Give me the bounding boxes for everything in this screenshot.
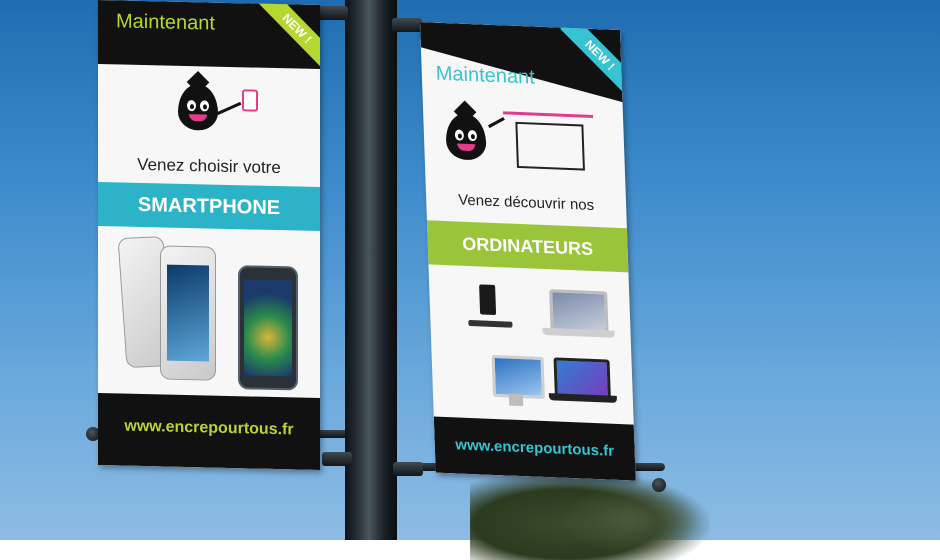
mascot-eye	[454, 129, 465, 141]
pole-bracket	[392, 18, 422, 32]
rod-end-knob	[652, 478, 666, 492]
smartphone-banner: Maintenant NEW ! Venez choisir votre SMA…	[98, 0, 320, 471]
banner-bottom-band: www.encrepourtous.fr	[433, 416, 636, 481]
windows-laptop-base	[548, 393, 618, 403]
monitor-icon	[515, 121, 585, 171]
keyboard-image	[468, 319, 513, 328]
desktop-computer-icon	[479, 284, 497, 316]
pole-bracket	[318, 6, 348, 20]
mascot-eye	[187, 100, 196, 112]
laptop-icon	[549, 289, 609, 334]
ink-drop-mascot-icon	[178, 83, 218, 131]
mascot-mouth	[189, 114, 207, 122]
mascot-arm	[216, 101, 242, 116]
banner-tagline: Venez découvrir nos	[457, 191, 595, 215]
all-in-one-computer-icon	[491, 354, 545, 400]
lamp-pole	[345, 0, 397, 540]
mascot-mouth	[457, 143, 476, 152]
banner-headline: Maintenant	[435, 62, 536, 89]
banner-url: www.encrepourtous.fr	[124, 417, 294, 439]
pole-bracket	[322, 452, 352, 466]
banner-category: ORDINATEURS	[426, 220, 629, 273]
ink-drop-mascot-icon	[445, 113, 487, 161]
mascot-eye	[200, 100, 209, 112]
banner-bottom-band: www.encrepourtous.fr	[98, 393, 320, 471]
iphone-front-image	[160, 245, 216, 381]
pole-bracket	[393, 462, 423, 476]
banner-url: www.encrepourtous.fr	[455, 436, 615, 460]
galaxy-phone-image	[238, 265, 298, 391]
computers-banner: Maintenant NEW ! Venez découvrir nos ORD…	[420, 22, 636, 481]
tree-top-2	[560, 485, 700, 555]
monitor-rail	[503, 111, 594, 118]
all-in-one-stand	[508, 393, 524, 407]
banner-category: SMARTPHONE	[98, 182, 320, 232]
mascot-eye	[467, 129, 478, 142]
banner-headline: Maintenant	[116, 10, 215, 35]
mascot-arm	[487, 117, 505, 129]
smartphone-icon	[242, 89, 258, 112]
banner-tagline: Venez choisir votre	[137, 154, 281, 178]
laptop-base	[542, 327, 615, 338]
